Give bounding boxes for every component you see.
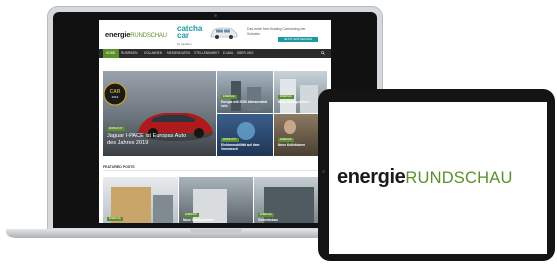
laptop-screen: energieRUNDSCHAU catcha car by carafino … [99, 20, 331, 223]
featured-category-badge[interactable]: ENERGIE [258, 213, 274, 217]
hero-category-badge[interactable]: MOBILITÄT [107, 127, 125, 131]
building-image [153, 195, 173, 223]
nav-item-stellenmarkt[interactable]: STELLENMARKT [194, 49, 219, 58]
search-icon[interactable] [321, 51, 325, 55]
site-header: energieRUNDSCHAU catcha car by carafino … [99, 20, 331, 46]
hero-headline-line2: des Jahres 2019 [107, 140, 149, 146]
featured-posts-heading: FEATURED POSTS [103, 165, 135, 169]
ad-text: Das erste free-floating Carsharing der S… [247, 27, 306, 36]
site-logo[interactable]: energieRUNDSCHAU [105, 30, 167, 39]
ad-brand-sub: by carafino [177, 42, 192, 46]
tile-category-badge[interactable]: ENERGIE [278, 138, 294, 142]
hero-headline-line1: Jaguar I-PACE ist Europas Auto [107, 133, 187, 139]
globe-image [237, 122, 255, 140]
hero-article[interactable]: CAR 2019 MOBILITÄT Jaguar I-PACE ist Eur… [103, 71, 216, 156]
section-divider [103, 170, 327, 171]
tile-headline[interactable]: Elektromobilität auf dem Vormarsch [221, 143, 271, 151]
nav-item-mediendaten[interactable]: MEDIENDATEN [167, 49, 190, 58]
main-navbar: HOME RUBRIKEN KOLUMNEN MEDIENDATEN STELL… [99, 49, 331, 58]
laptop-camera [214, 14, 217, 17]
nav-item-rubriken[interactable]: RUBRIKEN [121, 49, 137, 58]
nav-item-kolumnen[interactable]: KOLUMNEN [144, 49, 162, 58]
car-icon [210, 27, 238, 39]
person-image [284, 120, 296, 134]
featured-headline[interactable]: Gewerbebau [258, 218, 326, 222]
tile-category-badge[interactable]: ENERGIE [221, 95, 237, 99]
tile-headline[interactable]: Europa will 2050 klimaneutral sein [221, 100, 271, 108]
tile-category-badge[interactable]: ENERGIE [278, 95, 294, 99]
featured-headline[interactable]: Neue Stadtquartiere [183, 218, 253, 222]
building-image [300, 85, 318, 113]
logo-part-2: RUNDSCHAU [130, 33, 167, 39]
featured-card[interactable]: ENERGIE Neue Stadtquartiere [179, 177, 253, 223]
article-tile[interactable]: ENERGIE Europa will 2050 klimaneutral se… [217, 71, 273, 113]
nav-item-email[interactable]: E-MAIL [223, 49, 234, 58]
tablet-logo-part-2: RUNDSCHAU [405, 169, 513, 187]
featured-category-badge[interactable]: ENERGIE [183, 213, 199, 217]
article-tile[interactable]: MOBILITÄT Elektromobilität auf dem Vorma… [217, 114, 273, 156]
nav-item-ueber-uns[interactable]: ÜBER UNS [237, 49, 253, 58]
tablet-logo-part-1: energie [337, 166, 406, 188]
ad-cta-button[interactable]: JETZT ENTDECKEN [278, 37, 318, 42]
tile-category-badge[interactable]: MOBILITÄT [221, 138, 239, 142]
banner-ad[interactable]: catcha car by carafino Das erste free-fl… [175, 23, 328, 46]
featured-category-badge[interactable]: ENERGIE [107, 217, 123, 221]
ad-brand-name: catcha car [177, 24, 203, 40]
featured-card[interactable]: ENERGIE [103, 177, 178, 223]
svg-text:2019: 2019 [112, 95, 119, 99]
nav-item-home[interactable]: HOME [103, 49, 119, 58]
tablet-camera [322, 170, 325, 173]
laptop-trackpad-notch [190, 229, 242, 233]
logo-part-1: energie [105, 30, 131, 39]
featured-card[interactable]: ENERGIE Gewerbebau [254, 177, 327, 223]
hero-headline[interactable]: Jaguar I-PACE ist Europas Auto des Jahre… [107, 133, 186, 147]
ad-brand: catcha car by carafino [177, 25, 207, 48]
tablet-logo: energieRUNDSCHAU [337, 166, 513, 189]
